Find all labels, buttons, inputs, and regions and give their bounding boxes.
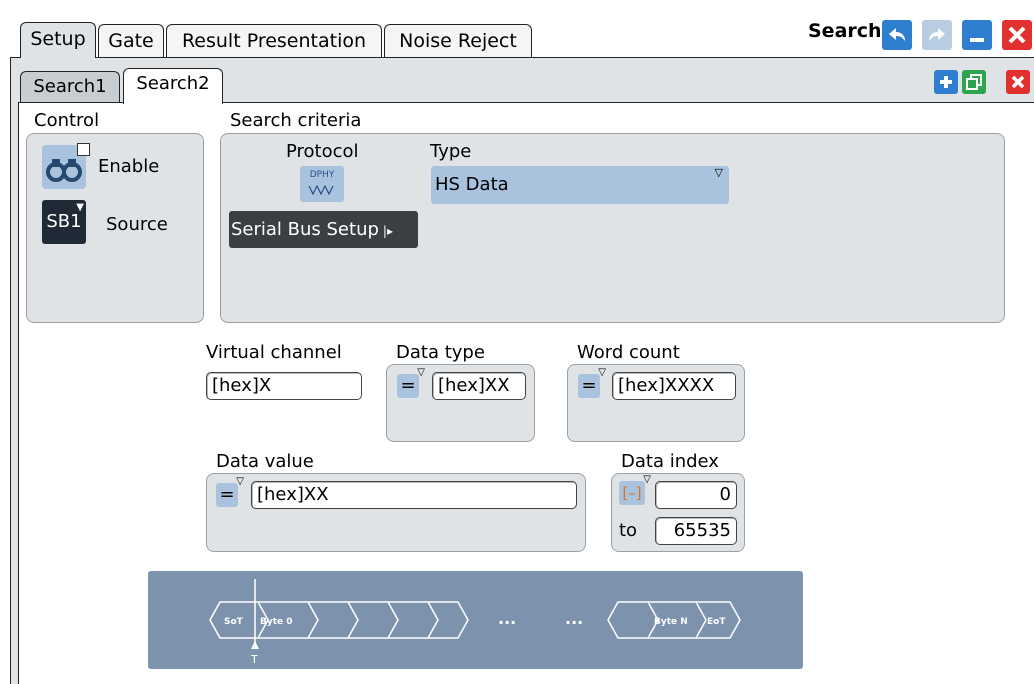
close-button[interactable] — [1002, 20, 1032, 50]
enable-toggle[interactable] — [42, 143, 90, 189]
tab-gate[interactable]: Gate — [98, 24, 164, 58]
data-type-label: Data type — [396, 342, 485, 363]
criteria-group-label: Search criteria — [230, 110, 362, 131]
data-value-operator-label: = — [219, 484, 235, 505]
virtual-channel-label: Virtual channel — [206, 342, 342, 363]
minimize-icon — [970, 38, 984, 42]
frame-diagram-svg: T SoT Byte 0 Byte N EoT ... ... — [209, 579, 741, 666]
delete-icon — [1011, 75, 1025, 89]
byte-segment — [428, 601, 469, 639]
minimize-button[interactable] — [962, 20, 992, 50]
dropdown-triangle-icon: ▽ — [643, 474, 651, 485]
protocol-selector[interactable]: DPHY — [300, 166, 344, 202]
protocol-label: Protocol — [286, 141, 359, 162]
data-index-to-input[interactable]: 65535 — [655, 517, 737, 545]
data-index-operator-label: [–] — [622, 484, 642, 502]
diagram-label-eot: EoT — [707, 617, 726, 627]
play-arrow-icon: |▸ — [382, 224, 393, 238]
tab-result-presentation[interactable]: Result Presentation — [166, 24, 382, 58]
word-count-label: Word count — [577, 342, 680, 363]
data-value-input[interactable]: [hex]XX — [251, 481, 577, 509]
word-count-operator-label: = — [581, 375, 597, 396]
source-label: Source — [106, 214, 168, 235]
redo-button[interactable] — [922, 20, 952, 50]
type-dropdown[interactable]: HS Data ▽ — [431, 166, 729, 204]
trigger-marker-label: T — [250, 653, 258, 666]
tab-search1[interactable]: Search1 — [20, 71, 120, 103]
diagram-label-sot: SoT — [224, 617, 244, 627]
data-index-label: Data index — [621, 451, 719, 472]
redo-icon — [929, 28, 945, 41]
enable-checkbox[interactable] — [77, 143, 90, 156]
chevron-down-icon: ▽ — [714, 166, 723, 179]
source-selector[interactable]: SB1 ▼ — [42, 200, 86, 244]
virtual-channel-input[interactable]: [hex]X — [206, 372, 362, 400]
tab-search2-label: Search2 — [136, 73, 210, 94]
byte-segment — [388, 601, 439, 639]
dphy-waveform-icon — [308, 184, 334, 196]
add-search-button[interactable] — [934, 70, 958, 94]
type-value: HS Data — [435, 174, 509, 195]
diagram-label-byte0: Byte 0 — [260, 617, 293, 627]
tab-gate-label: Gate — [108, 30, 154, 52]
data-value-operator[interactable]: = ▽ — [216, 477, 244, 507]
tab-search1-label: Search1 — [33, 76, 107, 97]
dropdown-triangle-icon: ▽ — [598, 367, 606, 378]
type-label: Type — [430, 141, 472, 162]
diagram-ellipsis-1: ... — [498, 609, 516, 628]
tab-noise-reject-label: Noise Reject — [399, 30, 517, 52]
tab-setup-label: Setup — [30, 28, 86, 50]
dropdown-triangle-icon: ▽ — [417, 367, 425, 378]
frame-diagram: T SoT Byte 0 Byte N EoT ... ... — [148, 571, 803, 669]
serial-bus-setup-button[interactable]: Serial Bus Setup |▸ — [229, 211, 418, 248]
data-index-operator[interactable]: [–] ▽ — [619, 475, 651, 505]
byte-segment — [348, 601, 399, 639]
undo-icon — [889, 28, 905, 41]
tab-result-presentation-label: Result Presentation — [181, 30, 367, 52]
byte-segment — [607, 601, 659, 639]
tab-setup[interactable]: Setup — [20, 22, 96, 58]
data-type-operator[interactable]: = ▽ — [397, 368, 425, 398]
control-group-label: Control — [34, 110, 100, 131]
diagram-ellipsis-2: ... — [565, 609, 583, 628]
diagram-label-byten: Byte N — [654, 617, 688, 627]
data-index-from-input[interactable]: 0 — [655, 481, 737, 509]
protocol-icon-text: DPHY — [309, 170, 335, 180]
data-type-operator-label: = — [400, 375, 416, 396]
byte-segment — [308, 601, 359, 639]
copy-search-button[interactable] — [962, 70, 986, 94]
delete-search-button[interactable] — [1006, 70, 1030, 94]
tab-noise-reject[interactable]: Noise Reject — [384, 24, 532, 58]
undo-button[interactable] — [882, 20, 912, 50]
word-count-operator[interactable]: = ▽ — [578, 368, 606, 398]
dropdown-triangle-icon: ▽ — [236, 476, 244, 487]
serial-bus-setup-label: Serial Bus Setup — [231, 219, 379, 240]
data-type-input[interactable]: [hex]XX — [432, 372, 526, 400]
word-count-input[interactable]: [hex]XXXX — [612, 372, 736, 400]
copy-icon — [966, 74, 982, 90]
close-icon — [1008, 26, 1026, 44]
enable-label: Enable — [98, 156, 160, 177]
data-value-label: Data value — [216, 451, 314, 472]
tab-search2[interactable]: Search2 — [123, 68, 223, 104]
plus-icon — [940, 76, 952, 88]
source-dropdown-icon: ▼ — [76, 202, 84, 213]
search-dialog: Setup Gate Result Presentation Noise Rej… — [0, 0, 1034, 684]
window-title: Search — [808, 20, 882, 42]
data-index-to-label: to — [619, 520, 638, 541]
trigger-marker-arrow — [251, 641, 259, 649]
